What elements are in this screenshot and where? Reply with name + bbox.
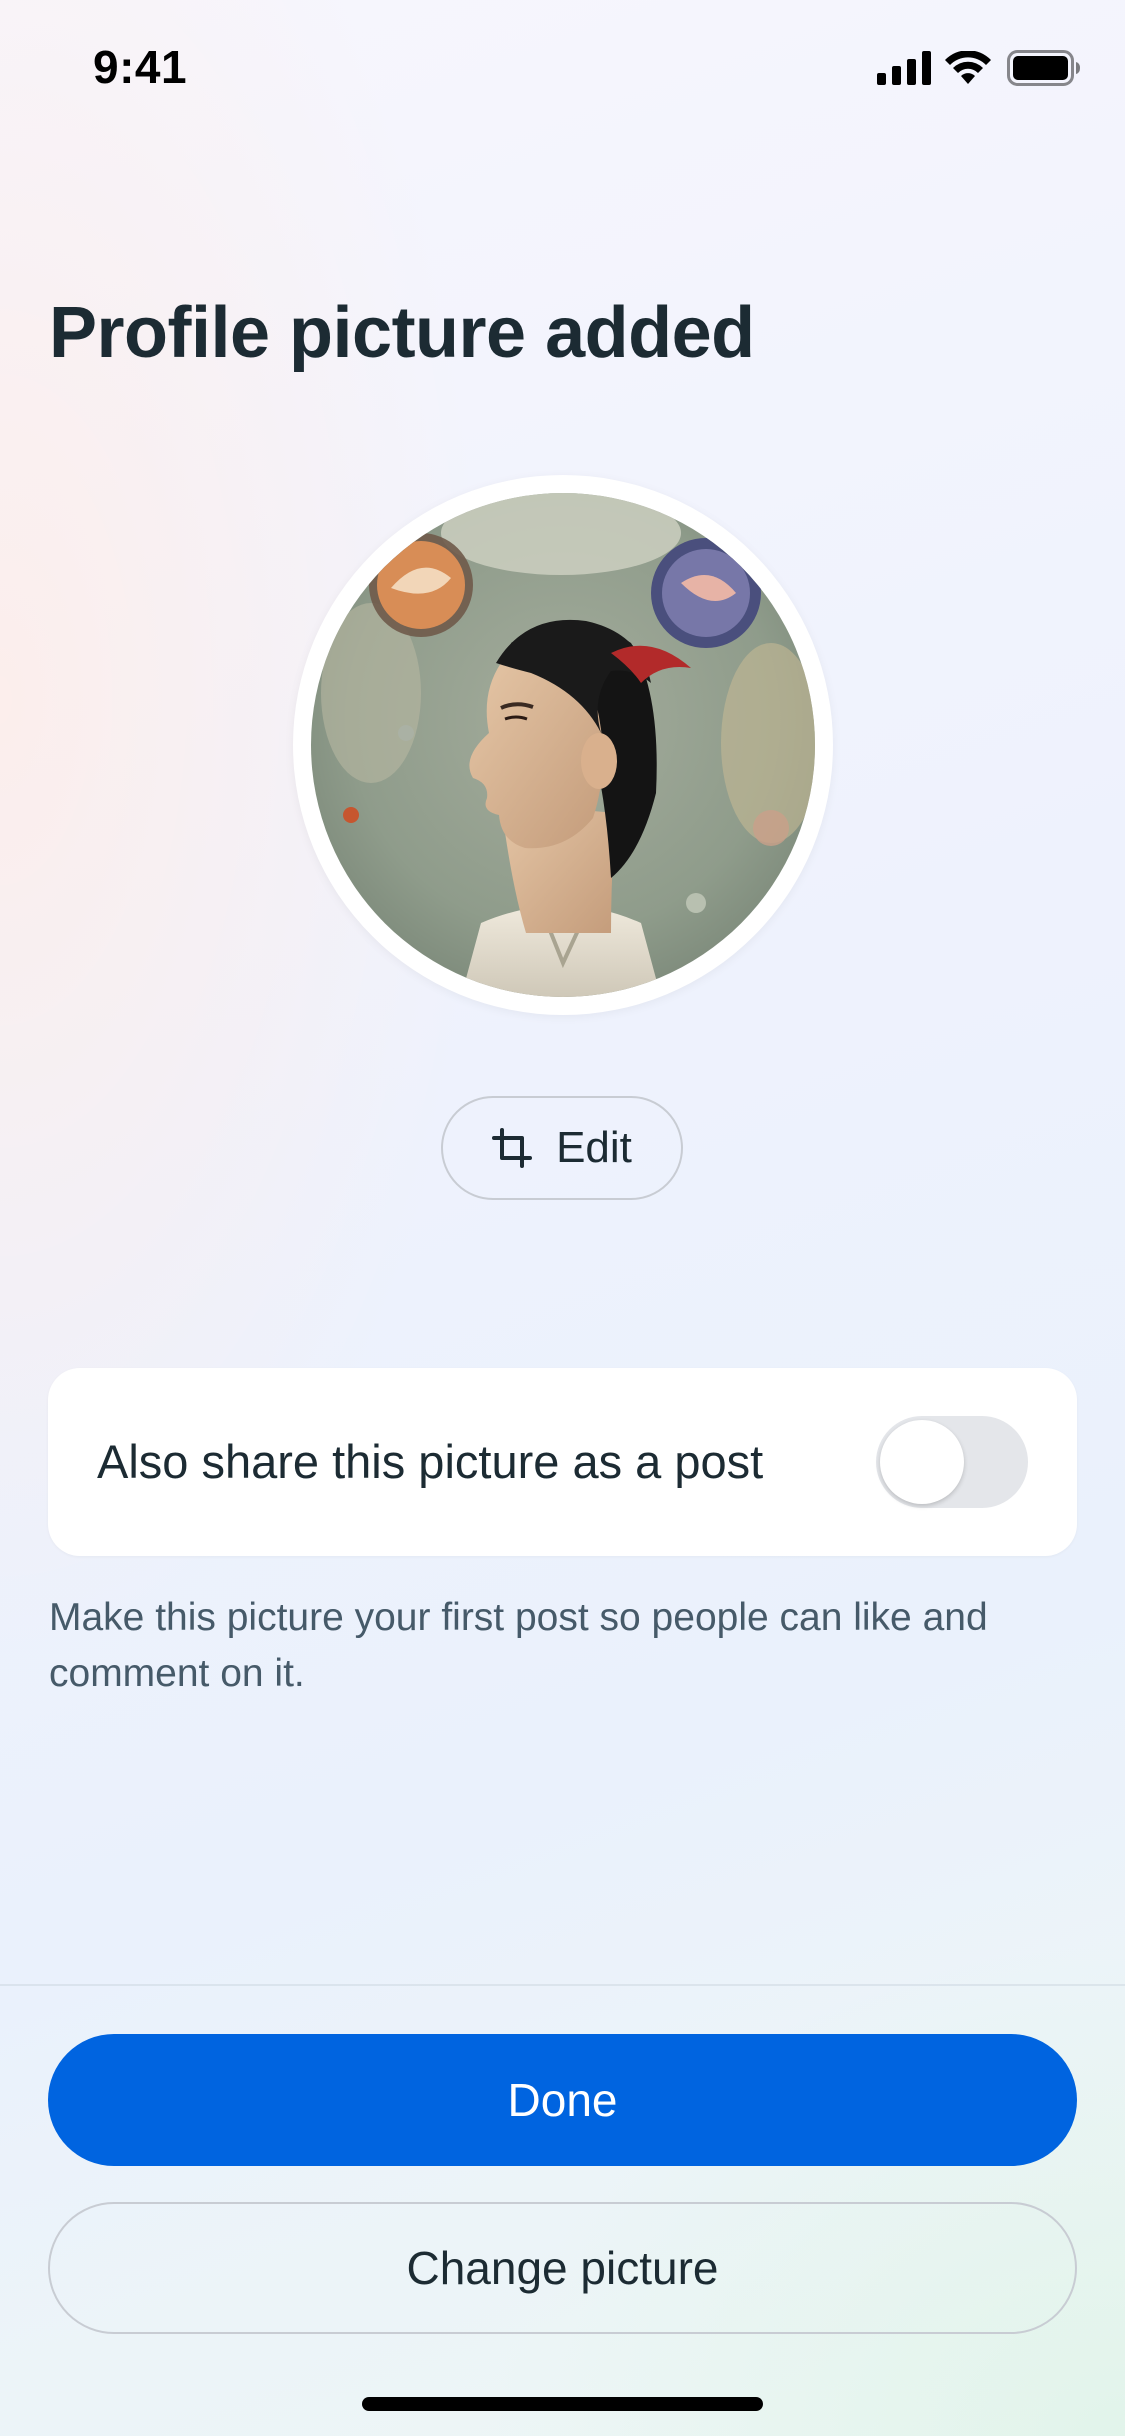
wifi-icon: [945, 49, 991, 90]
status-time: 9:41: [93, 41, 188, 93]
page-title: Profile picture added: [49, 293, 755, 373]
edit-label: Edit: [556, 1123, 632, 1172]
change-picture-button[interactable]: Change picture: [48, 2202, 1077, 2334]
divider: [0, 1984, 1125, 1986]
status-icons: [877, 49, 1081, 91]
done-button[interactable]: Done: [48, 2034, 1077, 2166]
avatar: [311, 493, 815, 997]
helper-text: Make this picture your first post so peo…: [49, 1596, 988, 1695]
share-label: Also share this picture as a post: [97, 1435, 764, 1488]
crop-icon: [492, 1128, 533, 1168]
battery-icon: [1007, 49, 1081, 91]
signal-icon: [877, 50, 931, 90]
home-indicator[interactable]: [362, 2397, 763, 2411]
toggle-knob: [880, 1420, 964, 1504]
share-toggle[interactable]: [876, 1416, 1028, 1508]
edit-button[interactable]: Edit: [441, 1096, 683, 1200]
avatar-ring: [293, 475, 833, 1015]
share-card: Also share this picture as a post: [48, 1368, 1077, 1556]
status-bar: 9:41: [0, 0, 1125, 140]
